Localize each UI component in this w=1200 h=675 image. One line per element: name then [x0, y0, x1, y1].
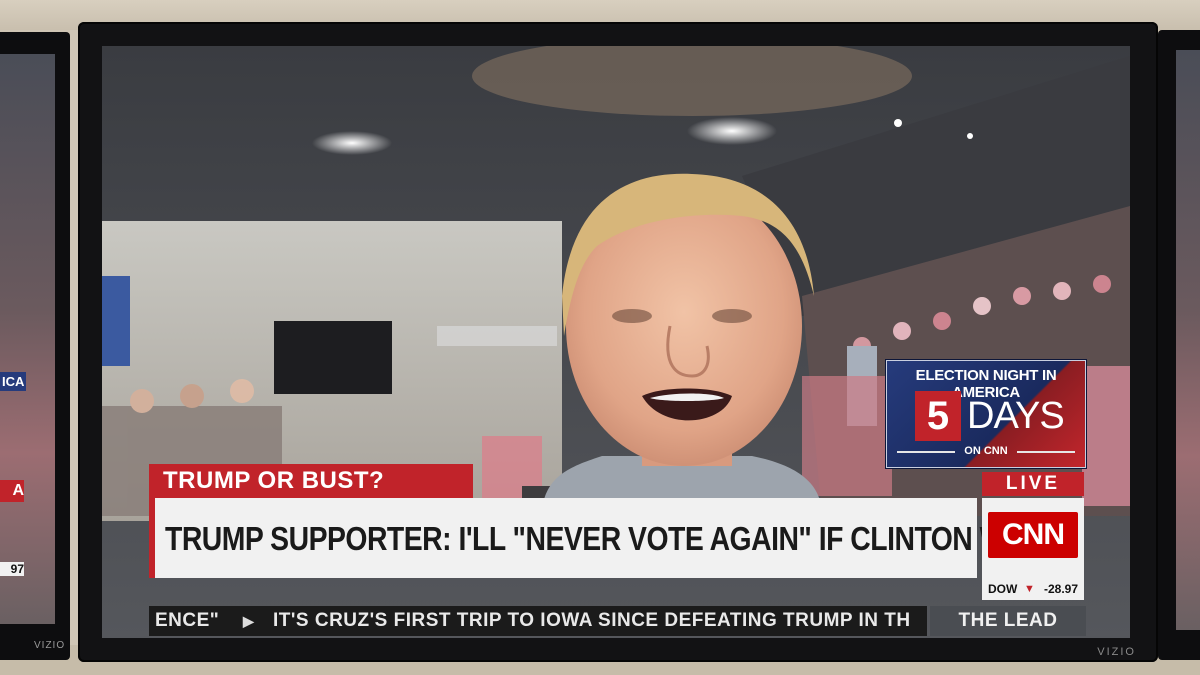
network-logo-box: CNN: [982, 498, 1084, 578]
ticker-previous-text: ENCE": [155, 610, 220, 631]
ceiling-light: [687, 117, 777, 145]
play-icon: ▶: [243, 613, 255, 629]
ceiling-light: [894, 119, 902, 127]
headline-text: TRUMP SUPPORTER: I'LL "NEVER VOTE AGAIN"…: [165, 520, 1052, 557]
story-kicker: TRUMP OR BUST?: [149, 464, 473, 498]
wall-tv: [274, 321, 392, 394]
left-monitor-dow-tag: 97: [0, 562, 24, 576]
right-monitor: [1158, 30, 1200, 660]
down-arrow-icon: ▼: [1024, 583, 1035, 595]
tv-brand-logo: VIZIO: [1097, 646, 1136, 658]
dow-value: -28.97: [1043, 582, 1078, 596]
dow-indicator: DOW ▼ -28.97: [982, 578, 1084, 600]
left-monitor: ICA A 97 VIZIO: [0, 32, 70, 660]
broadcast-screen: ELECTION NIGHT IN AMERICA 5 DAYS ON CNN …: [102, 46, 1130, 638]
ceiling-light: [967, 133, 973, 139]
countdown-unit: DAYS: [967, 395, 1065, 437]
show-name-badge: THE LEAD: [930, 606, 1086, 636]
reporter: [542, 173, 822, 516]
left-monitor-brand: VIZIO: [34, 640, 66, 651]
cnn-logo: CNN: [988, 512, 1078, 558]
balcony: [437, 326, 557, 346]
main-monitor: ELECTION NIGHT IN AMERICA 5 DAYS ON CNN …: [78, 22, 1158, 662]
dow-label: DOW: [988, 582, 1018, 596]
blue-banner: [102, 276, 130, 366]
election-countdown: ELECTION NIGHT IN AMERICA 5 DAYS ON CNN: [886, 360, 1086, 468]
countdown-number: 5: [915, 391, 961, 441]
live-badge: LIVE: [982, 472, 1084, 496]
right-monitor-screen: [1176, 50, 1200, 630]
left-monitor-screen: [0, 54, 55, 624]
countdown-network-line: ON CNN: [964, 445, 1008, 457]
left-monitor-live-tag: A: [0, 480, 24, 502]
news-ticker: ENCE" ▶ IT'S CRUZ'S FIRST TRIP TO IOWA S…: [149, 606, 927, 636]
ceiling-light: [312, 131, 392, 155]
left-monitor-countdown-tag: ICA: [0, 372, 27, 391]
ticker-text: IT'S CRUZ'S FIRST TRIP TO IOWA SINCE DEF…: [273, 610, 911, 631]
headline-bar: TRUMP SUPPORTER: I'LL "NEVER VOTE AGAIN"…: [149, 498, 1052, 578]
